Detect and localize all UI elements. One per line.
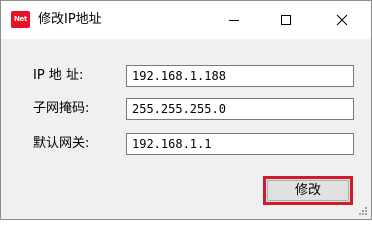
ip-address-field[interactable]	[126, 65, 354, 87]
app-icon: Net	[11, 11, 30, 28]
title-bar[interactable]: Net 修改IP地址	[1, 1, 371, 39]
close-button[interactable]	[319, 1, 365, 39]
close-icon	[336, 14, 348, 26]
minimize-button[interactable]	[211, 1, 257, 39]
modify-button[interactable]: 修改	[263, 176, 353, 205]
maximize-icon	[281, 15, 291, 25]
default-gateway-field[interactable]	[126, 133, 354, 155]
minimize-icon	[229, 20, 239, 21]
subnet-mask-label: 子网掩码:	[33, 101, 90, 116]
dialog-window: Net 修改IP地址 IP 地 址: 子网掩码: 默认网关: 修改	[0, 0, 372, 220]
ip-address-label: IP 地 址:	[33, 68, 84, 83]
resize-grip-icon[interactable]	[358, 206, 368, 216]
window-title: 修改IP地址	[38, 12, 102, 27]
default-gateway-label: 默认网关:	[33, 136, 90, 151]
modify-button-label: 修改	[267, 180, 349, 201]
maximize-button[interactable]	[263, 1, 309, 39]
subnet-mask-field[interactable]	[126, 98, 354, 120]
